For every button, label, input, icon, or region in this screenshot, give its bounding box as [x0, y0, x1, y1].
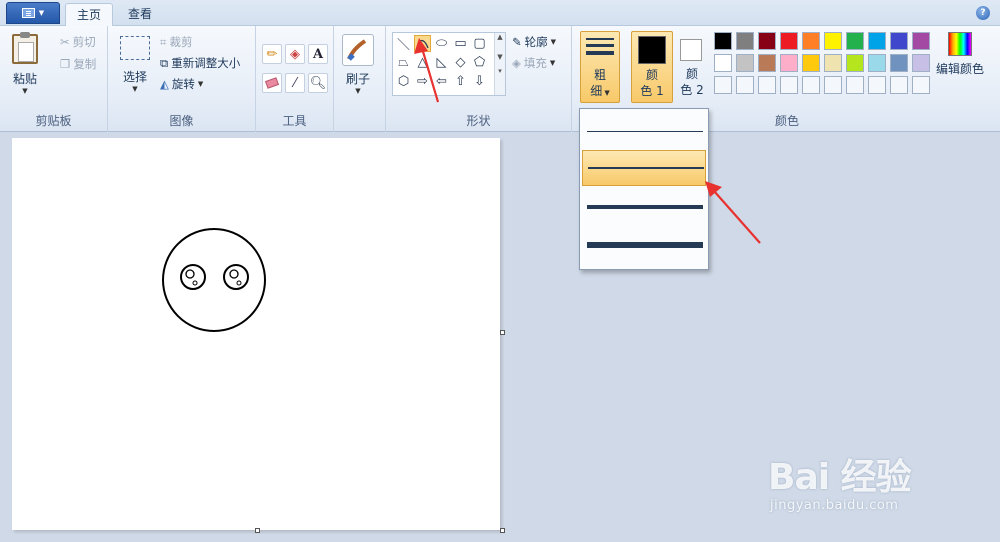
size-option-5px[interactable] [582, 189, 706, 225]
size-dropdown-menu [579, 108, 709, 270]
watermark-url: jingyan.baidu.com [770, 498, 899, 513]
cut-button[interactable]: ✂ 剪切 [60, 34, 96, 50]
size-option-3px[interactable] [582, 150, 706, 186]
crop-button[interactable]: ⌗ 裁剪 [160, 34, 192, 50]
canvas-drawing [162, 228, 266, 332]
fill-icon: ◈ [512, 56, 521, 70]
paste-label: 粘贴 [12, 72, 37, 86]
rotate-button[interactable]: ◭ 旋转 ▼ [160, 76, 203, 92]
tools-group: ✏ ◈ A ⁄ 🔍︎ 工具 [256, 26, 334, 132]
shapes-group-label: 形状 [466, 114, 491, 128]
resize-label: 重新调整大小 [171, 56, 241, 70]
watermark-brand: Bai 经验 [768, 457, 912, 498]
text-icon[interactable]: A [308, 44, 328, 64]
drawing-canvas[interactable] [12, 138, 500, 530]
tools-group-label: 工具 [282, 114, 307, 128]
diamond-shape-icon[interactable]: ◇ [452, 54, 469, 71]
polygon-shape-icon[interactable]: ⏢ [395, 54, 412, 71]
gallery-scrollbar[interactable]: ▲ ▼ ▾ [494, 33, 505, 95]
pentagon-shape-icon[interactable]: ⬠ [471, 54, 488, 71]
up-arrow-shape-icon[interactable]: ⇧ [452, 73, 469, 90]
curve-shape-icon[interactable] [414, 35, 431, 52]
size-option-1px[interactable] [582, 113, 706, 149]
triangle-shape-icon[interactable]: △ [414, 54, 431, 71]
chevron-down-icon: ▼ [550, 38, 557, 46]
chevron-down-icon: ▼ [22, 87, 28, 95]
application-menu-button[interactable]: ▼ [6, 2, 60, 24]
image-group-label: 图像 [169, 114, 194, 128]
brushes-label: 刷子 [345, 72, 370, 86]
rounded-rectangle-shape-icon[interactable]: ▢ [471, 35, 488, 52]
rotate-icon: ◭ [160, 77, 169, 91]
outline-label: 轮廓 [524, 35, 548, 49]
down-arrow-shape-icon[interactable]: ⇩ [471, 73, 488, 90]
copy-label: 复制 [73, 57, 97, 71]
fill-bucket-icon[interactable]: ◈ [285, 44, 305, 64]
right-arrow-shape-icon[interactable]: ⇨ [414, 73, 431, 90]
tab-home[interactable]: 主页 [65, 3, 113, 26]
resize-icon: ⧉ [160, 55, 169, 70]
chevron-down-icon: ▼ [355, 87, 361, 95]
magnifier-icon[interactable]: 🔍︎ [308, 73, 328, 93]
text-tool-glyph: A [312, 46, 324, 62]
select-label: 选择 [122, 70, 147, 84]
outline-button[interactable]: ✎ 轮廓 ▼ [512, 34, 556, 50]
ribbon-tab-bar: ▼ 主页 查看 ? [0, 0, 1000, 26]
copy-icon: ❐ [60, 57, 71, 71]
image-group: 选择 ▼ ⌗ 裁剪 ⧉ 重新调整大小 ◭ 旋转 ▼ 图像 [108, 26, 256, 132]
color-picker-icon[interactable]: ⁄ [285, 73, 305, 93]
right-triangle-shape-icon[interactable]: ◺ [433, 54, 450, 71]
canvas-resize-handle[interactable] [500, 330, 505, 335]
outline-pen-icon: ✎ [512, 35, 522, 49]
brushes-button[interactable]: 刷子 ▼ [342, 34, 374, 95]
ribbon: 粘贴 ▼ ✂ 剪切 ❐ 复制 剪贴板 选择 ▼ ⌗ 裁剪 ⧉ 重新调整大小 ◭ … [0, 26, 1000, 132]
chevron-down-icon: ▼ [197, 80, 204, 88]
scroll-down-icon[interactable]: ▼ [495, 53, 505, 61]
crop-label: 裁剪 [169, 35, 193, 49]
scissors-icon: ✂ [60, 35, 70, 49]
help-icon[interactable]: ? [976, 6, 990, 20]
line-shape-icon[interactable]: ＼ [395, 35, 412, 53]
left-arrow-shape-icon[interactable]: ⇦ [433, 73, 450, 90]
rotate-label: 旋转 [171, 77, 195, 91]
menu-icon [21, 8, 35, 18]
clipboard-group-label: 剪贴板 [35, 114, 72, 128]
canvas-resize-handle[interactable] [255, 528, 260, 533]
brushes-group: 刷子 ▼ [334, 26, 386, 132]
fill-button[interactable]: ◈ 填充 ▼ [512, 55, 555, 71]
scroll-up-icon[interactable]: ▲ [495, 33, 505, 41]
chevron-down-icon: ▼ [549, 59, 556, 67]
chevron-down-icon: ▼ [38, 9, 45, 17]
paste-button[interactable]: 粘贴 ▼ [12, 32, 38, 95]
copy-button[interactable]: ❐ 复制 [60, 56, 96, 72]
selection-icon [120, 36, 150, 60]
cut-label: 剪切 [72, 35, 96, 49]
clipboard-group: 粘贴 ▼ ✂ 剪切 ❐ 复制 剪贴板 [0, 26, 108, 132]
eraser-icon[interactable] [262, 73, 282, 93]
tab-view[interactable]: 查看 [116, 3, 164, 26]
rectangle-shape-icon[interactable]: ▭ [452, 35, 469, 52]
gallery-expand-icon[interactable]: ▾ [495, 67, 505, 75]
hexagon-shape-icon[interactable]: ⬡ [395, 73, 412, 90]
pencil-icon[interactable]: ✏ [262, 44, 282, 64]
canvas-resize-handle[interactable] [500, 528, 505, 533]
watermark: Bai 经验 jingyan.baidu.com [768, 440, 968, 520]
brush-icon [342, 34, 374, 66]
crop-icon: ⌗ [160, 34, 167, 49]
oval-shape-icon[interactable]: ⬭ [433, 35, 450, 52]
clipboard-icon [12, 32, 38, 64]
chevron-down-icon: ▼ [132, 85, 138, 93]
resize-button[interactable]: ⧉ 重新调整大小 [160, 55, 240, 71]
size-option-8px[interactable] [582, 227, 706, 263]
select-button[interactable]: 选择 ▼ [120, 36, 150, 93]
shapes-gallery: ＼ ⬭ ▭ ▢ ⏢ △ ◺ ◇ ⬠ ⬡ ⇨ ⇦ ⇧ ⇩ ▲ ▼ ▾ [392, 32, 506, 96]
fill-label: 填充 [523, 56, 547, 70]
